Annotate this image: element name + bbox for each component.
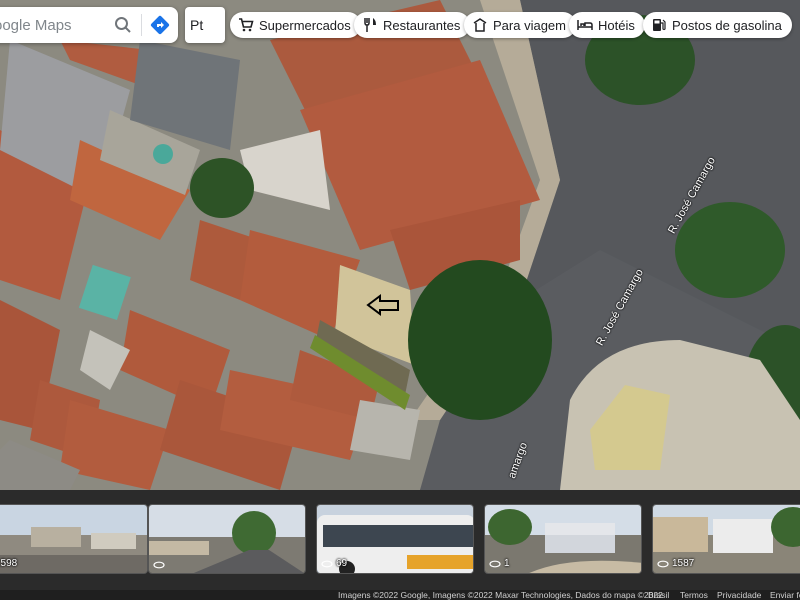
fork-knife-icon (362, 17, 378, 33)
feedback-link[interactable]: Enviar fe (770, 590, 800, 600)
search-box[interactable]: oogle Maps (0, 7, 178, 43)
chip-label: Restaurantes (383, 17, 461, 33)
chip-label: Supermercados (259, 17, 351, 33)
chip-label: Postos de gasolina (672, 17, 782, 33)
layer-selector-value: Pt (190, 17, 204, 33)
street-view-count: 69 (321, 558, 347, 569)
street-view-icon (153, 561, 165, 569)
satellite-map[interactable]: R. José Camargo R. José Camargo amargo (0, 0, 800, 490)
chip-gas-stations[interactable]: Postos de gasolina (643, 12, 792, 38)
chip-label: Para viagem (493, 17, 566, 33)
layer-selector[interactable]: Pt (185, 7, 225, 43)
photo-thumbnail[interactable]: 1598 (0, 504, 148, 574)
chip-supermarkets[interactable]: Supermercados (230, 12, 361, 38)
street-view-thumbnail[interactable]: 1587 (652, 504, 800, 574)
satellite-imagery (0, 0, 800, 490)
terms-link[interactable]: Termos (680, 590, 708, 600)
attribution-text: Imagens ©2022 Google, Imagens ©2022 Maxa… (338, 590, 663, 600)
street-view-count: 1587 (657, 558, 694, 569)
tree-canopy (408, 260, 552, 420)
gas-pump-icon (651, 17, 667, 33)
search-icon[interactable] (105, 7, 141, 43)
privacy-link[interactable]: Privacidade (717, 590, 761, 600)
street-view-thumbnail[interactable]: 69 (316, 504, 474, 574)
street-view-icon (489, 560, 501, 567)
chip-restaurants[interactable]: Restaurantes (354, 12, 471, 38)
street-view-thumbnail[interactable] (148, 504, 306, 574)
directions-icon[interactable] (142, 7, 178, 43)
chip-hotels[interactable]: Hotéis (569, 12, 645, 38)
street-view-thumbnail[interactable]: 1 (484, 504, 642, 574)
country-link[interactable]: Brasil (648, 590, 669, 600)
chip-takeout[interactable]: Para viagem (464, 12, 576, 38)
street-view-count: 1 (489, 558, 510, 569)
photo-strip: 1598 69 1 1587 (0, 490, 800, 590)
map-footer: Imagens ©2022 Google, Imagens ©2022 Maxa… (0, 590, 800, 600)
chip-label: Hotéis (598, 17, 635, 33)
street-view-count (153, 561, 168, 569)
bed-icon (577, 17, 593, 33)
street-view-icon (321, 560, 333, 567)
search-input[interactable]: oogle Maps (0, 17, 105, 34)
street-view-icon (657, 560, 669, 567)
takeout-icon (472, 17, 488, 33)
cart-icon (238, 17, 254, 33)
photo-count: 1598 (0, 558, 18, 569)
